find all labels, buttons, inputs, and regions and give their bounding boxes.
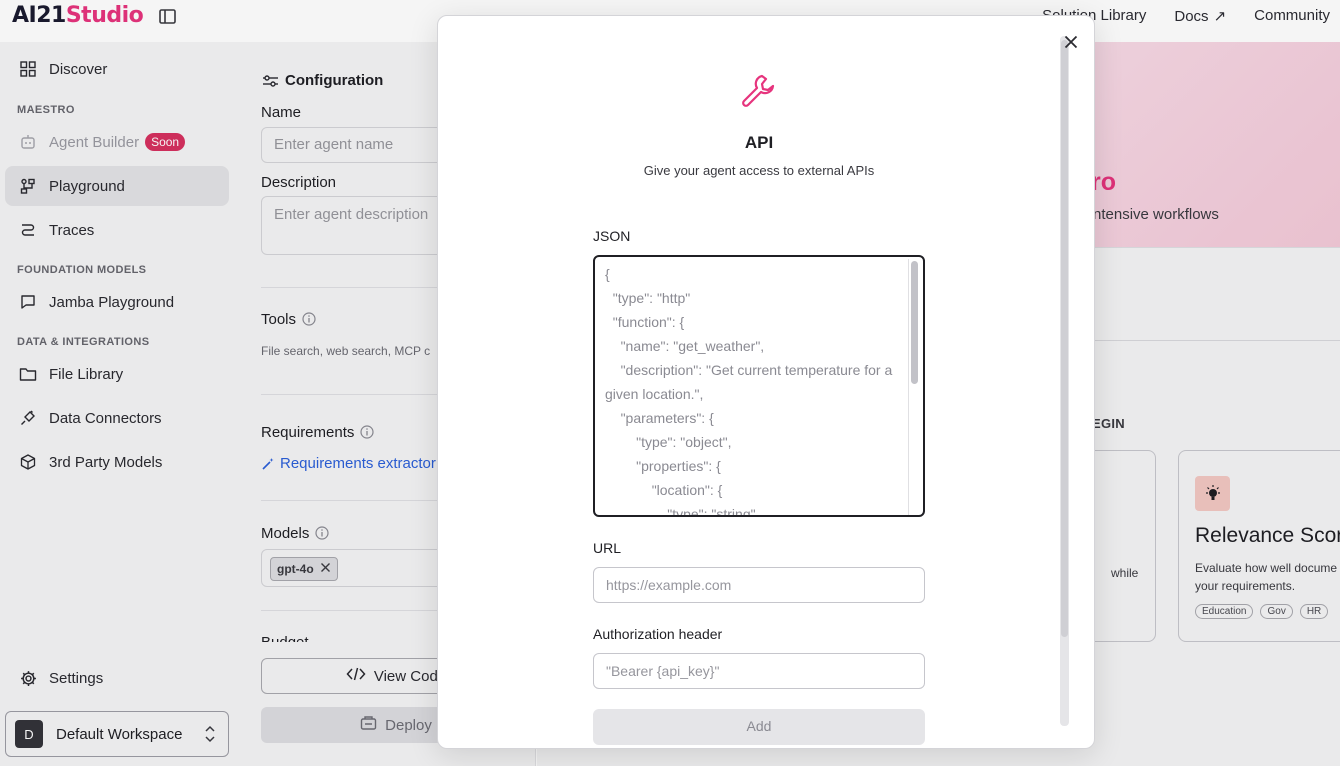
modal-title: API [744, 133, 774, 152]
wrench-icon [740, 72, 776, 108]
add-button[interactable]: Add [593, 709, 925, 745]
close-icon[interactable] [1061, 32, 1081, 52]
scrollbar-thumb[interactable] [1061, 40, 1068, 637]
url-input[interactable]: https://example.com [593, 567, 925, 603]
textarea-scroll-track [908, 259, 909, 515]
json-textarea[interactable]: { "type": "http" "function": { "name": "… [593, 255, 925, 517]
json-label: JSON [593, 228, 631, 244]
json-placeholder: { "type": "http" "function": { "name": "… [605, 266, 893, 517]
modal-subtitle: Give your agent access to external APIs [643, 163, 875, 178]
authorization-header-label: Authorization header [593, 626, 723, 642]
textarea-scrollbar-thumb[interactable] [911, 261, 918, 384]
authorization-header-input[interactable]: "Bearer {api_key}" [593, 653, 925, 689]
url-label: URL [593, 540, 622, 556]
api-tool-modal: API Give your agent access to external A… [437, 15, 1095, 749]
